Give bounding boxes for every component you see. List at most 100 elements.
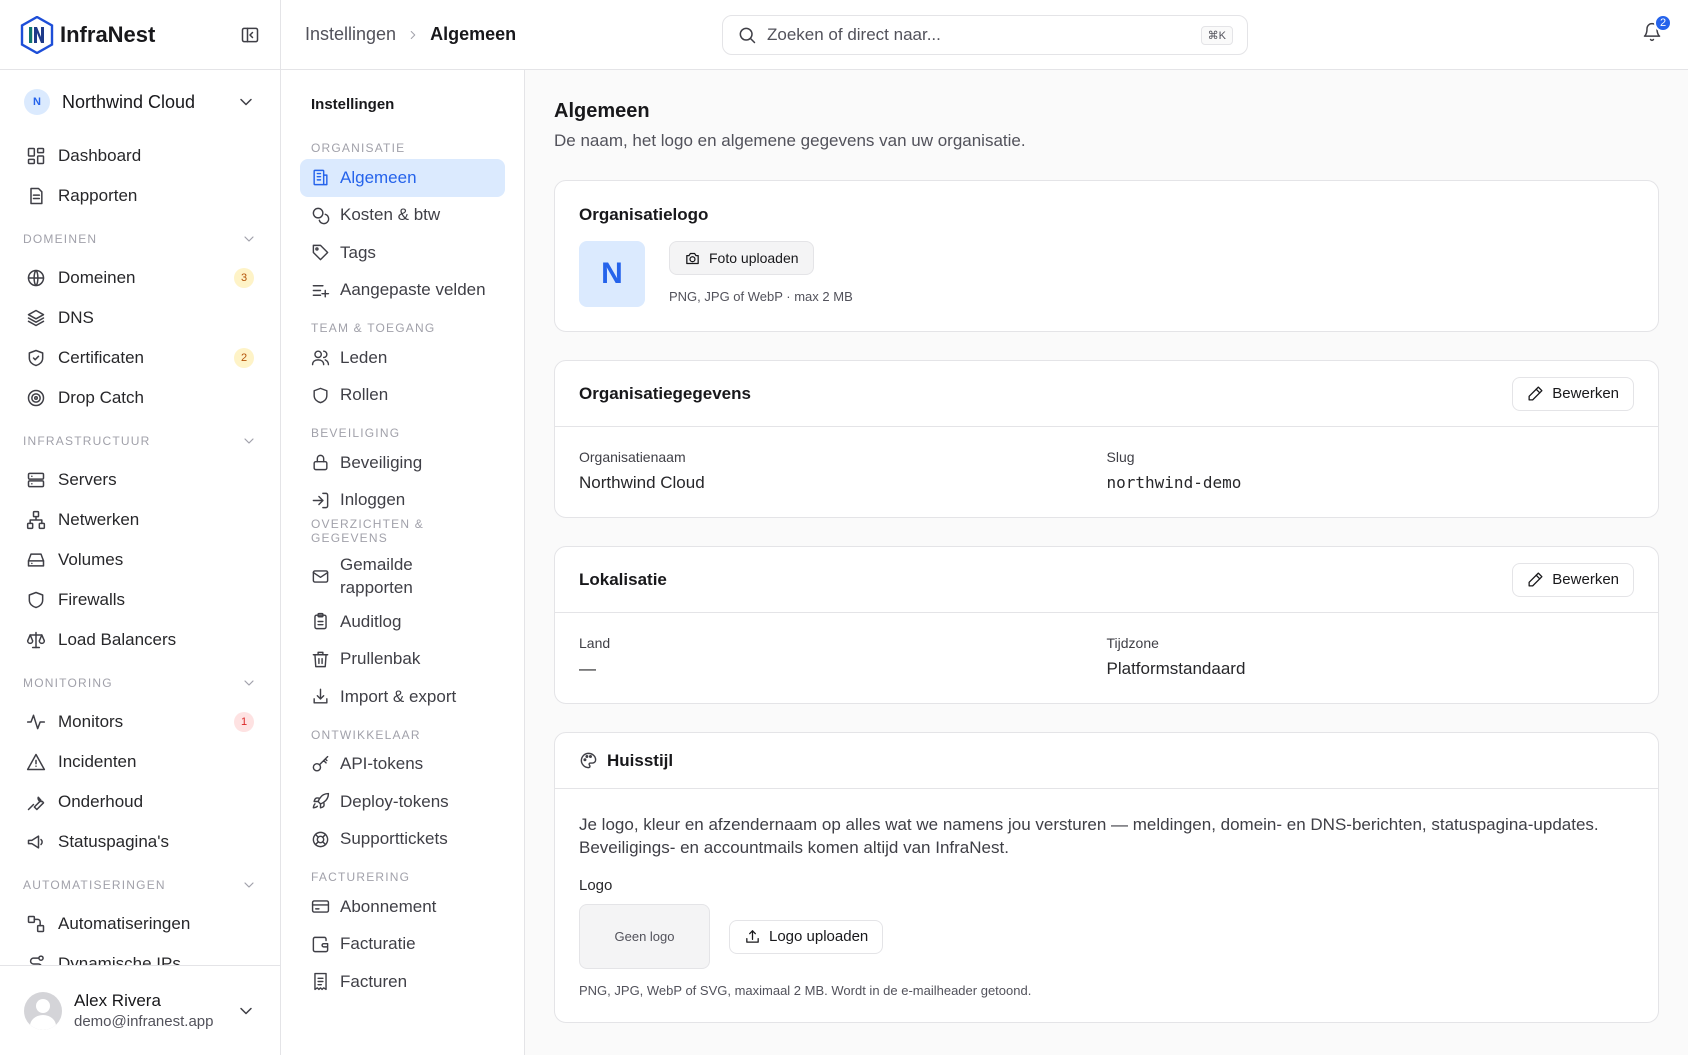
org-name-label: Organisatienaam: [579, 449, 686, 465]
scale-icon: [26, 631, 46, 649]
settings-item-prullenbak[interactable]: Prullenbak: [300, 641, 505, 679]
edit-details-button[interactable]: Bewerken: [1512, 376, 1634, 411]
sidebar-item-dns[interactable]: DNS: [0, 298, 280, 338]
settings-nav-heading: Instellingen: [311, 96, 395, 113]
activity-icon: [26, 714, 46, 730]
upload-icon: [746, 930, 759, 943]
edit-localization-button[interactable]: Bewerken: [1512, 562, 1634, 597]
settings-item-facturen[interactable]: Facturen: [300, 963, 505, 1001]
settings-section-overzichten-gegevens: OVERZICHTEN & GEGEVENS: [311, 517, 424, 545]
sidebar-item-load-balancers[interactable]: Load Balancers: [0, 620, 280, 660]
sidebar-item-onderhoud[interactable]: Onderhoud: [0, 782, 280, 822]
globe-icon: [27, 269, 45, 287]
settings-item-gemailde-rapporten[interactable]: Gemailde rapporten: [300, 549, 505, 603]
notifications-button[interactable]: 2: [1642, 14, 1672, 42]
sidebar-item-servers[interactable]: Servers: [0, 460, 280, 500]
settings-item-beveiliging[interactable]: Beveiliging: [300, 444, 505, 482]
sidebar-collapse-icon[interactable]: [240, 25, 260, 45]
search-box[interactable]: ⌘K: [722, 15, 1248, 55]
list-plus-icon: [312, 284, 330, 298]
wallet-icon: [312, 936, 329, 953]
org-avatar: N: [24, 89, 50, 115]
sidebar-section-automatiseringen[interactable]: AUTOMATISERINGEN: [0, 866, 280, 904]
photo-upload-button[interactable]: Foto uploaden: [669, 241, 814, 275]
settings-item-rollen[interactable]: Rollen: [300, 377, 505, 415]
country-label: Land: [579, 635, 611, 651]
brand-bar: InfraNest: [0, 0, 280, 70]
settings-item-label: Import & export: [340, 686, 457, 706]
breadcrumb-settings[interactable]: Instellingen: [305, 24, 396, 45]
sidebar-item-rapporten[interactable]: Rapporten: [0, 176, 280, 216]
target-icon: [27, 389, 45, 407]
settings-item-label: Tags: [340, 242, 376, 262]
sidebar-item-dynamische-ips[interactable]: Dynamische IPs: [0, 944, 280, 965]
settings-item-label: Algemeen: [340, 167, 417, 187]
settings-item-label: Kosten & btw: [340, 205, 441, 225]
sidebar-item-statuspagina-s[interactable]: Statuspagina's: [0, 822, 280, 862]
report-icon: [30, 187, 43, 205]
sidebar-item-netwerken[interactable]: Netwerken: [0, 500, 280, 540]
sidebar-item-label: Load Balancers: [58, 630, 177, 649]
branding-title: Huisstijl: [607, 750, 674, 770]
settings-item-tags[interactable]: Tags: [300, 234, 505, 272]
settings-item-supporttickets[interactable]: Supporttickets: [300, 821, 505, 859]
country-value: —: [579, 659, 596, 678]
sidebar-item-automatiseringen[interactable]: Automatiseringen: [0, 904, 280, 944]
sidebar-item-incidenten[interactable]: Incidenten: [0, 742, 280, 782]
sidebar-item-label: Statuspagina's: [58, 832, 169, 851]
sidebar-item-certificaten[interactable]: Certificaten 2: [0, 338, 280, 378]
sidebar-section-label: INFRASTRUCTUUR: [23, 434, 151, 448]
sidebar-section-monitoring[interactable]: MONITORING: [0, 664, 280, 702]
settings-item-facturatie[interactable]: Facturatie: [300, 926, 505, 964]
search-icon: [739, 27, 756, 44]
chevron-down-icon: [244, 438, 254, 444]
settings-item-auditlog[interactable]: Auditlog: [300, 603, 505, 641]
infranest-logo-icon: [20, 15, 54, 54]
slug-label: Slug: [1106, 449, 1135, 465]
settings-item-abonnement[interactable]: Abonnement: [300, 888, 505, 926]
settings-item-label: Leden: [340, 347, 388, 367]
download-icon: [313, 688, 328, 704]
chevron-down-icon: [244, 680, 254, 686]
sidebar-section-domeinen[interactable]: DOMEINEN: [0, 220, 280, 258]
alert-icon: [26, 753, 46, 771]
credit-card-icon: [311, 900, 330, 914]
settings-item-label: Facturatie: [340, 934, 416, 954]
settings-item-algemeen[interactable]: Algemeen: [300, 159, 505, 197]
sidebar-item-monitors[interactable]: Monitors 1: [0, 702, 280, 742]
sidebar-item-firewalls[interactable]: Firewalls: [0, 580, 280, 620]
user-menu[interactable]: Alex Rivera demo@infranest.app: [0, 965, 280, 1055]
sidebar-item-label: Dynamische IPs: [58, 954, 181, 965]
org-name-value: Northwind Cloud: [579, 473, 705, 492]
page-title: Algemeen: [554, 100, 650, 122]
pencil-icon: [1528, 572, 1543, 587]
sidebar-item-label: Onderhoud: [58, 792, 144, 811]
sidebar-item-label: Incidenten: [58, 752, 137, 771]
sidebar-item-drop-catch[interactable]: Drop Catch: [0, 378, 280, 418]
sidebar-item-volumes[interactable]: Volumes: [0, 540, 280, 580]
settings-item-label: API-tokens: [340, 754, 424, 774]
settings-item-import-export[interactable]: Import & export: [300, 678, 505, 716]
settings-item-api-tokens[interactable]: API-tokens: [300, 746, 505, 784]
settings-item-inloggen[interactable]: Inloggen: [300, 482, 505, 520]
logo-upload-button[interactable]: Logo uploaden: [729, 919, 884, 954]
sidebar-item-label: Servers: [58, 470, 117, 489]
settings-item-kosten-btw[interactable]: Kosten & btw: [300, 197, 505, 235]
tag-icon: [312, 244, 329, 261]
settings-item-deploy-tokens[interactable]: Deploy-tokens: [300, 783, 505, 821]
settings-item-leden[interactable]: Leden: [300, 339, 505, 377]
org-switcher[interactable]: N Northwind Cloud: [12, 82, 268, 122]
org-name: Northwind Cloud: [62, 91, 196, 112]
sidebar: InfraNest N Northwind Cloud Dashboard Rap…: [0, 0, 281, 1055]
search-input[interactable]: [767, 25, 1201, 45]
notification-count-badge: 2: [1654, 14, 1672, 32]
settings-section-beveiliging: BEVEILIGING: [311, 426, 401, 440]
sidebar-item-dashboard[interactable]: Dashboard: [0, 136, 280, 176]
settings-item-label: Rollen: [340, 385, 389, 405]
sidebar-section-infrastructuur[interactable]: INFRASTRUCTUUR: [0, 422, 280, 460]
user-email: demo@infranest.app: [74, 1013, 214, 1030]
settings-item-label: Deploy-tokens: [340, 791, 449, 811]
settings-item-aangepaste-velden[interactable]: Aangepaste velden: [300, 272, 505, 310]
sidebar-item-label: Dashboard: [58, 146, 142, 165]
sidebar-item-domeinen[interactable]: Domeinen 3: [0, 258, 280, 298]
